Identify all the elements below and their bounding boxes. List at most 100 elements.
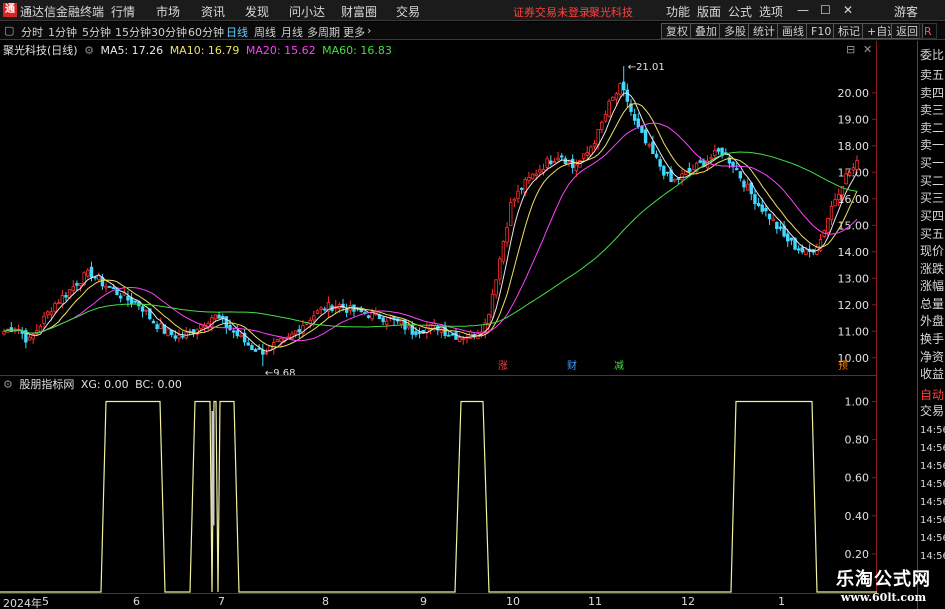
date-tick-jun: 6 (133, 595, 140, 608)
indicator-axis-label: 0.60 (845, 472, 870, 485)
more-chevron-icon[interactable]: › (367, 24, 371, 37)
panel-label-sell4: 卖四 (920, 86, 945, 100)
guest-label[interactable]: 游客 (894, 3, 918, 20)
minimize-icon[interactable]: — (797, 3, 809, 17)
high-price-marker: ←21.01 (628, 62, 665, 73)
panel-label-weibi: 委比 (920, 48, 945, 62)
menu-item-trade[interactable]: 交易 (396, 3, 420, 20)
menu-item-layout[interactable]: 版面 (697, 3, 721, 20)
menu-item-formula[interactable]: 公式 (728, 3, 752, 20)
panel-label-buy5: 买五 (920, 227, 945, 241)
menu-item-news[interactable]: 资讯 (201, 3, 225, 20)
candle-body (636, 118, 640, 128)
candle-body (527, 177, 531, 181)
date-tick-sep: 9 (420, 595, 427, 608)
candle-body (253, 349, 258, 352)
candle-body (246, 342, 250, 346)
candle-body (78, 283, 83, 287)
period-tab-intraday[interactable]: 分时 (21, 24, 43, 40)
menu-item-options[interactable]: 选项 (759, 3, 783, 20)
menu-item-ask[interactable]: 问小达 (289, 3, 325, 20)
candle-body (27, 336, 32, 341)
multi-stock-button[interactable]: 多股 (719, 23, 751, 39)
r-indicator: R (919, 23, 937, 39)
candle-body (264, 352, 269, 355)
period-tab-monthly[interactable]: 月线 (281, 24, 303, 40)
menu-item-functions[interactable]: 功能 (666, 3, 690, 20)
kline-chart[interactable]: 10.0011.0012.0013.0014.0015.0016.0017.00… (0, 41, 917, 375)
indicator-pane[interactable]: 0.20 0.40 0.60 0.80 1.00 ⚙ 股朋指标网 XG: 0.00 BC… (0, 375, 877, 593)
menu-item-market-quotes[interactable]: 行情 (111, 3, 135, 20)
candle-body (199, 324, 203, 329)
candle-body (538, 169, 542, 173)
candle-body (97, 275, 101, 281)
candle-body (399, 320, 404, 325)
indicator-gear-icon[interactable]: ⚙ (3, 378, 13, 391)
candle-body (498, 258, 502, 280)
panel-label-earnings: 收益 (920, 367, 945, 381)
period-tab-30min[interactable]: 30分钟 (151, 24, 187, 40)
indicator-chart[interactable]: 0.20 0.40 0.60 0.80 1.00 (0, 376, 917, 594)
mark-button[interactable]: 标记 (833, 23, 865, 39)
candle-body (742, 180, 746, 188)
adjust-button[interactable]: 复权 (661, 23, 693, 39)
chart-close-icon[interactable]: ✕ (863, 43, 872, 56)
candle-body (111, 287, 116, 290)
candle-body (140, 306, 145, 312)
quote-side-panel: 委比 卖五 卖四 卖三 卖二 卖一 买一 买二 买三 买四 买五 现价 涨跌 涨… (917, 41, 945, 609)
menu-item-discover[interactable]: 发现 (245, 3, 269, 20)
candle-body (56, 302, 61, 305)
ma10-label: MA10: 16.79 (169, 44, 240, 57)
draw-line-button[interactable]: 画线 (777, 23, 809, 39)
menu-item-market[interactable]: 市场 (156, 3, 180, 20)
period-tab-60min[interactable]: 60分钟 (188, 24, 224, 40)
kline-pane[interactable]: 10.00 11.00 12.00 13.00 14.00 15.00 16.00 17.00… (0, 41, 877, 375)
toolbar-toggle-icon[interactable]: ▢ (4, 24, 14, 37)
date-tick-oct: 10 (506, 595, 520, 608)
price-axis-label: 14.00 (838, 246, 870, 259)
maximize-icon[interactable]: ☐ (820, 3, 831, 17)
trade-label[interactable]: 交易 (920, 402, 945, 419)
candle-body (501, 241, 506, 262)
candle-body (687, 168, 692, 172)
panel-label-outer-vol: 外盘 (920, 314, 945, 328)
candle-body (155, 324, 159, 330)
candle-body (177, 334, 181, 339)
period-tab-15min[interactable]: 15分钟 (115, 24, 151, 40)
candle-body (786, 233, 790, 242)
app-title: 通达信金融终端 (20, 5, 105, 19)
candle-body (319, 307, 323, 311)
watermark-url: www.60lt.com (840, 591, 927, 604)
candle-body (778, 226, 783, 229)
overlay-button[interactable]: 叠加 (690, 23, 722, 39)
close-icon[interactable]: ✕ (843, 3, 853, 17)
candle-body (756, 202, 761, 207)
period-tab-more[interactable]: 更多 (343, 24, 365, 40)
candle-body (286, 336, 291, 339)
f10-button[interactable]: F10 (806, 23, 837, 39)
menu-item-wealth-circle[interactable]: 财富圈 (341, 3, 377, 20)
candle-body (771, 218, 775, 221)
candle-body (126, 295, 130, 301)
login-notice[interactable]: 证券交易未登录 (513, 4, 590, 20)
candle-body (151, 320, 156, 324)
candle-body (640, 126, 644, 133)
auto-trade-label[interactable]: 自动 (920, 386, 945, 403)
candle-body (534, 173, 538, 176)
statistics-button[interactable]: 统计 (748, 23, 780, 39)
candle-body (104, 285, 108, 289)
candle-body (833, 199, 837, 207)
panel-label-sell5: 卖五 (920, 68, 945, 82)
period-tab-multi[interactable]: 多周期 (307, 24, 340, 40)
settings-gear-icon[interactable]: ⚙ (84, 44, 94, 57)
period-tab-weekly[interactable]: 周线 (254, 24, 276, 40)
candle-body (651, 141, 655, 154)
indicator-title: 股朋指标网 (19, 378, 75, 391)
period-tab-5min[interactable]: 5分钟 (82, 24, 111, 40)
price-axis-label: 11.00 (838, 325, 870, 338)
period-tab-daily[interactable]: 日线 (226, 24, 248, 40)
chart-collapse-icon[interactable]: ⊟ (846, 43, 855, 56)
candle-body (417, 331, 422, 334)
period-tab-1min[interactable]: 1分钟 (48, 24, 77, 40)
price-axis-label: 13.00 (838, 272, 870, 285)
